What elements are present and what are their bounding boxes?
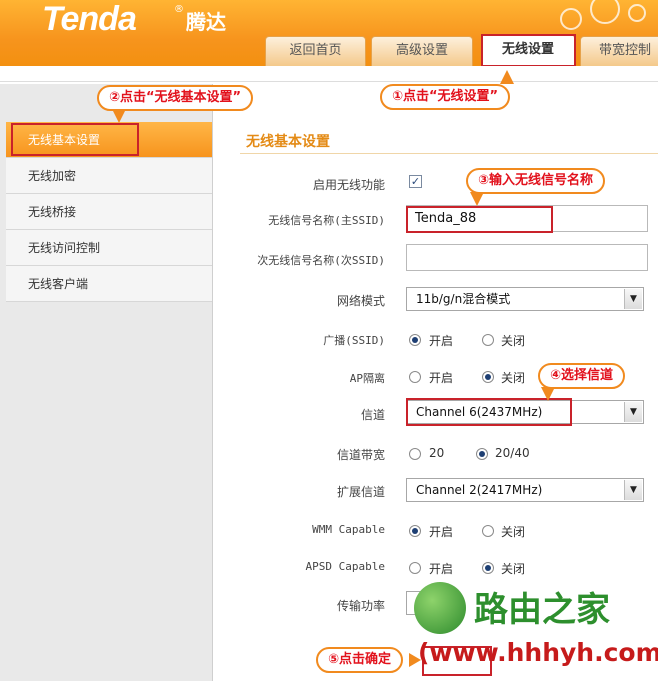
header-divider [0, 66, 658, 82]
sidebar-item-client[interactable]: 无线客户端 [6, 266, 212, 302]
ssid2-input[interactable] [406, 244, 648, 271]
ap-isolation-label: AP隔离 [349, 372, 385, 385]
wmm-label: WMM Capable [312, 523, 385, 536]
decorative-circle-icon [590, 0, 620, 24]
network-mode-label: 网络模式 [336, 294, 385, 308]
broadcast-label: 广播(SSID) [323, 334, 385, 347]
apsd-off-radio[interactable] [482, 562, 494, 574]
apsd-label: APSD Capable [305, 560, 385, 573]
network-mode-select[interactable]: 11b/g/n混合模式 ▼ [406, 287, 644, 311]
channel-label: 信道 [360, 408, 385, 422]
highlight-ssid [406, 206, 553, 233]
wmm-on-label: 开启 [429, 525, 454, 539]
tx-power-label: 传输功率 [336, 599, 385, 613]
broadcast-off-label: 关闭 [501, 334, 526, 348]
bandwidth-20-radio[interactable] [409, 448, 421, 460]
ap-isolation-off-label: 关闭 [501, 371, 526, 385]
ssid-label: 无线信号名称(主SSID) [268, 214, 385, 227]
apsd-off-label: 关闭 [501, 562, 526, 576]
annotation-pointer-icon [112, 109, 126, 123]
tenda-logo: Tenda [42, 0, 137, 38]
wmm-off-label: 关闭 [501, 525, 526, 539]
ext-channel-select[interactable]: Channel 2(2417MHz) ▼ [406, 478, 644, 502]
network-mode-value: 11b/g/n混合模式 [416, 292, 511, 306]
tab-advanced[interactable]: 高级设置 [371, 36, 473, 66]
bandwidth-label: 信道带宽 [336, 448, 385, 462]
sidebar-item-access-control[interactable]: 无线访问控制 [6, 230, 212, 266]
title-divider [240, 153, 658, 154]
annotation-step3: ③输入无线信号名称 [466, 168, 606, 194]
bandwidth-2040-label: 20/40 [495, 446, 530, 460]
annotation-step1: ①点击“无线设置” [380, 84, 511, 110]
apsd-on-label: 开启 [429, 562, 454, 576]
watermark-url: (www.hhhyh.com) [418, 638, 658, 667]
enable-wireless-checkbox[interactable]: ✓ [409, 175, 422, 188]
apsd-on-radio[interactable] [409, 562, 421, 574]
dropdown-arrow-icon: ▼ [624, 480, 642, 500]
annotation-pointer-icon [541, 387, 555, 401]
annotation-step2: ②点击“无线基本设置” [97, 85, 254, 111]
watermark-logo-icon [414, 582, 466, 634]
broadcast-off-radio[interactable] [482, 334, 494, 346]
dropdown-arrow-icon: ▼ [624, 289, 642, 309]
tenda-logo-cn: 腾达 [186, 10, 226, 34]
ap-isolation-on-radio[interactable] [409, 371, 421, 383]
enable-wireless-label: 启用无线功能 [312, 178, 385, 192]
tab-bandwidth[interactable]: 带宽控制 [580, 36, 658, 66]
bandwidth-20-label: 20 [429, 446, 445, 460]
highlight-channel [406, 398, 572, 426]
annotation-pointer-icon [500, 70, 514, 84]
registered-mark: ® [174, 4, 184, 15]
highlight-wireless-tab [481, 34, 576, 67]
highlight-basic-settings [11, 123, 139, 156]
watermark-text: 路由之家 [474, 590, 610, 630]
decorative-circle-icon [560, 8, 582, 30]
ap-isolation-off-radio[interactable] [482, 371, 494, 383]
ap-isolation-on-label: 开启 [429, 371, 454, 385]
tab-home[interactable]: 返回首页 [265, 36, 366, 66]
ext-channel-value: Channel 2(2417MHz) [416, 483, 543, 497]
dropdown-arrow-icon: ▼ [624, 402, 642, 422]
page-title: 无线基本设置 [246, 134, 330, 150]
annotation-step4: ④选择信道 [538, 363, 626, 389]
decorative-circle-icon [628, 4, 646, 22]
broadcast-on-label: 开启 [429, 334, 454, 348]
annotation-pointer-icon [470, 192, 484, 206]
wmm-off-radio[interactable] [482, 525, 494, 537]
bandwidth-2040-radio[interactable] [476, 448, 488, 460]
broadcast-on-radio[interactable] [409, 334, 421, 346]
sidebar-item-bridge[interactable]: 无线桥接 [6, 194, 212, 230]
watermark: 路由之家 (www.hhhyh.com) [414, 582, 658, 681]
ssid2-label: 次无线信号名称(次SSID) [257, 254, 385, 267]
wmm-on-radio[interactable] [409, 525, 421, 537]
sidebar-item-encryption[interactable]: 无线加密 [6, 158, 212, 194]
ext-channel-label: 扩展信道 [336, 485, 385, 499]
annotation-step5: ⑤点击确定 [316, 647, 404, 673]
